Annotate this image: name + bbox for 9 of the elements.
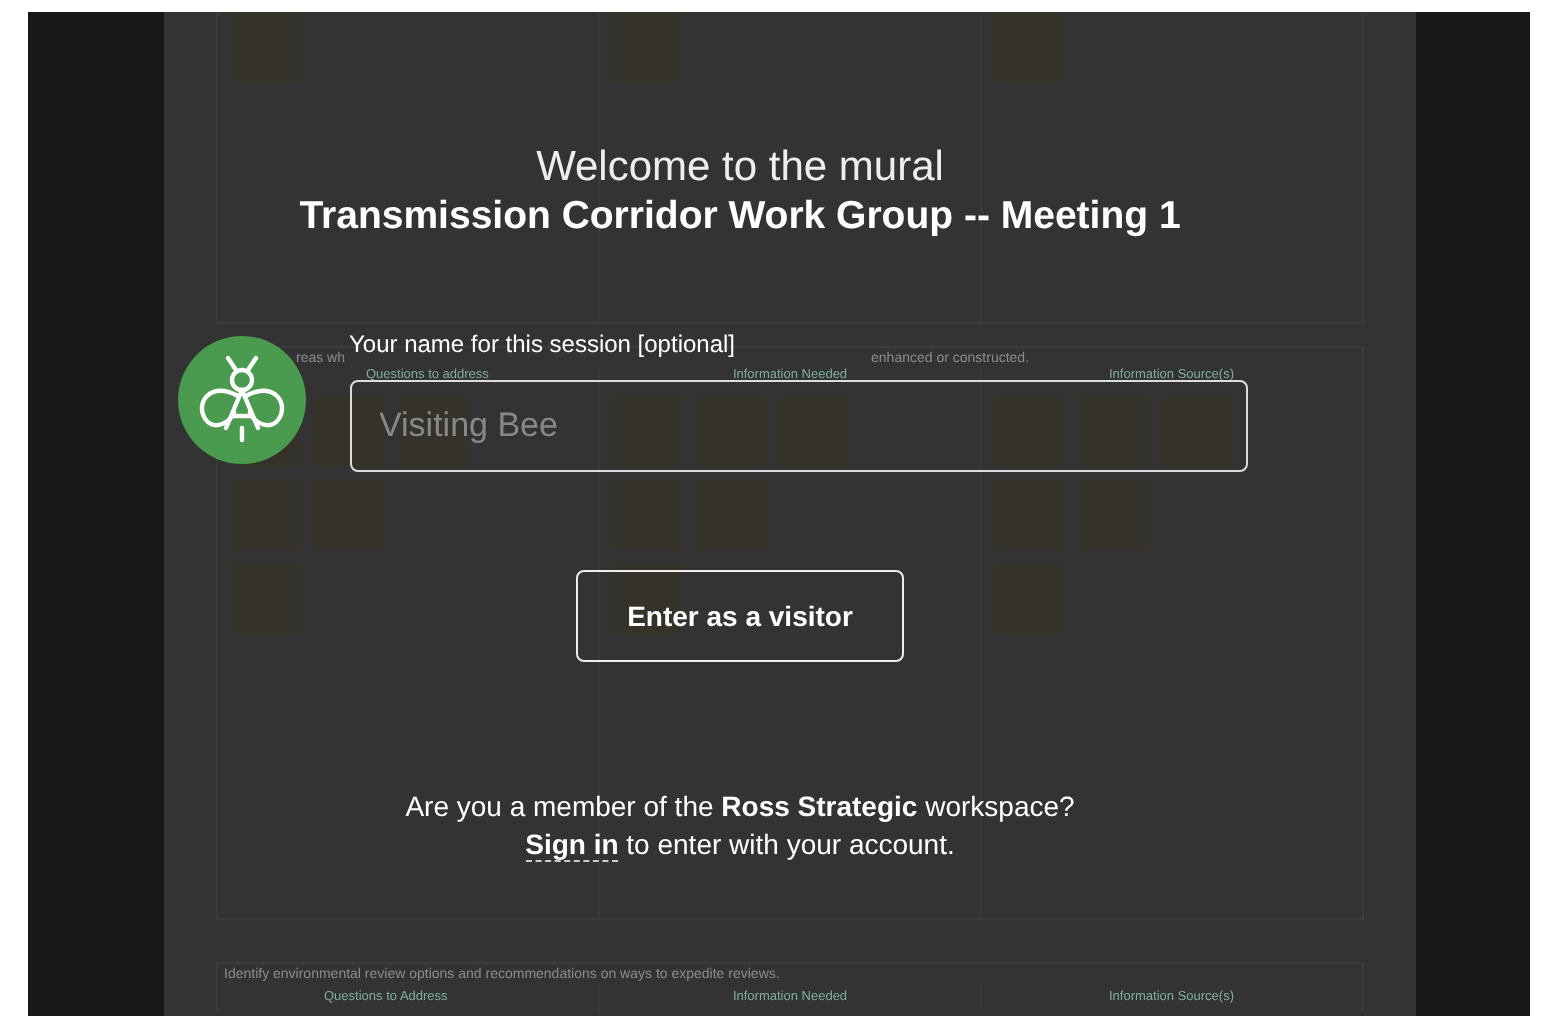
sticky-note (314, 396, 384, 466)
welcome-heading: Welcome to the mural (536, 144, 944, 192)
name-input-field[interactable]: Visiting Bee (349, 380, 1247, 472)
member-prompt: Are you a member of the Ross Strategic workspace? (405, 788, 1075, 826)
enter-as-visitor-button[interactable]: Enter as a visitor (576, 570, 904, 662)
sign-in-link[interactable]: Sign in (525, 828, 619, 862)
mural-title: Transmission Corridor Work Group -- Meeting 1 (299, 194, 1181, 240)
sign-in-sentence: Sign in to enter with your account. (525, 826, 955, 864)
name-label: Your name for this session [optional] (349, 330, 736, 358)
